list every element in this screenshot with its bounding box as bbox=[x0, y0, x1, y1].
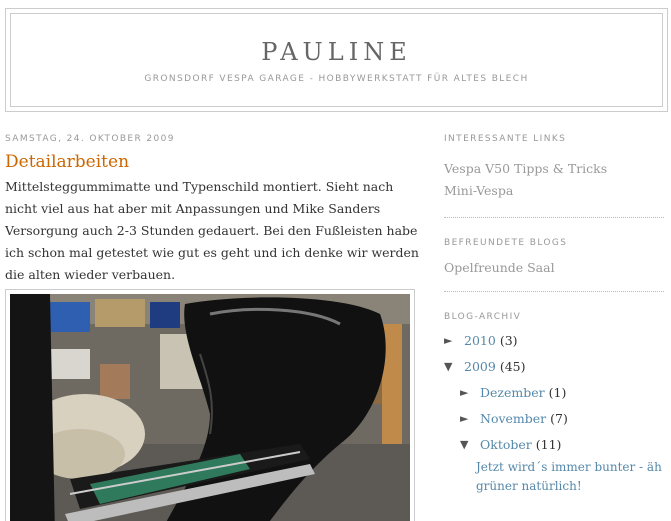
sidebar: Interessante Links Vespa V50 Tipps & Tri… bbox=[444, 134, 666, 496]
archive-month-dezember: ► Dezember (1) bbox=[460, 380, 666, 406]
archive-link-oktober[interactable]: Oktober bbox=[480, 432, 532, 458]
archive-year-2009: ▼ 2009 (45) bbox=[444, 354, 666, 380]
blog-title[interactable]: PAULINE bbox=[11, 38, 662, 66]
archive-heading: Blog-Archiv bbox=[444, 312, 522, 322]
archive-post-line-2: grüner natürlich! bbox=[476, 479, 582, 493]
archive-month-oktober: ▼ Oktober (11) bbox=[460, 432, 666, 458]
collapse-arrow-icon[interactable]: ▼ bbox=[460, 432, 480, 458]
sidebar-divider bbox=[444, 217, 664, 218]
expand-arrow-icon[interactable]: ► bbox=[460, 380, 480, 406]
vespa-photo-illustration bbox=[10, 294, 410, 521]
link-vespa-v50-tipps[interactable]: Vespa V50 Tipps & Tricks bbox=[444, 158, 666, 180]
friends-heading: Befreundete Blogs bbox=[444, 238, 568, 248]
blog-header-inner: PAULINE Gronsdorf Vespa Garage - Hobbywe… bbox=[10, 13, 663, 107]
post-photo[interactable] bbox=[10, 294, 410, 521]
post-title[interactable]: Detailarbeiten bbox=[5, 152, 415, 172]
archive-post-link[interactable]: Jetzt wird´s immer bunter - äh grüner na… bbox=[476, 458, 666, 496]
archive-count: (1) bbox=[548, 385, 567, 400]
links-heading: Interessante Links bbox=[444, 134, 567, 144]
archive-tree: ► 2010 (3) ▼ 2009 (45) ► Dezember (1) ► … bbox=[444, 328, 666, 496]
post-body: Mittelsteggummimatte und Typenschild mon… bbox=[5, 179, 419, 282]
post-photo-frame bbox=[5, 289, 415, 521]
archive-year-2010: ► 2010 (3) bbox=[444, 328, 666, 354]
archive-link-november[interactable]: November bbox=[480, 406, 546, 432]
archive-count: (11) bbox=[535, 437, 562, 452]
friends-list: Opelfreunde Saal bbox=[444, 257, 666, 279]
collapse-arrow-icon[interactable]: ▼ bbox=[444, 354, 464, 380]
post-date: Samstag, 24. Oktober 2009 bbox=[5, 134, 175, 144]
blog-description: Gronsdorf Vespa Garage - Hobbywerkstatt … bbox=[144, 74, 529, 84]
archive-link-2010[interactable]: 2010 bbox=[464, 328, 496, 354]
archive-count: (45) bbox=[499, 359, 526, 374]
link-opelfreunde-saal[interactable]: Opelfreunde Saal bbox=[444, 257, 666, 279]
blog-header: PAULINE Gronsdorf Vespa Garage - Hobbywe… bbox=[5, 8, 668, 112]
expand-arrow-icon[interactable]: ► bbox=[444, 328, 464, 354]
links-list: Vespa V50 Tipps & Tricks Mini-Vespa bbox=[444, 158, 666, 202]
main-column: Samstag, 24. Oktober 2009 Detailarbeiten… bbox=[5, 134, 419, 521]
archive-count: (7) bbox=[550, 411, 568, 426]
expand-arrow-icon[interactable]: ► bbox=[460, 406, 480, 432]
link-mini-vespa[interactable]: Mini-Vespa bbox=[444, 180, 666, 202]
archive-count: (3) bbox=[499, 333, 518, 348]
archive-link-2009[interactable]: 2009 bbox=[464, 354, 496, 380]
sidebar-divider bbox=[444, 291, 664, 292]
archive-post-line-1: Jetzt wird´s immer bunter - äh bbox=[476, 460, 662, 474]
archive-month-november: ► November (7) bbox=[460, 406, 666, 432]
archive-link-dezember[interactable]: Dezember bbox=[480, 380, 545, 406]
